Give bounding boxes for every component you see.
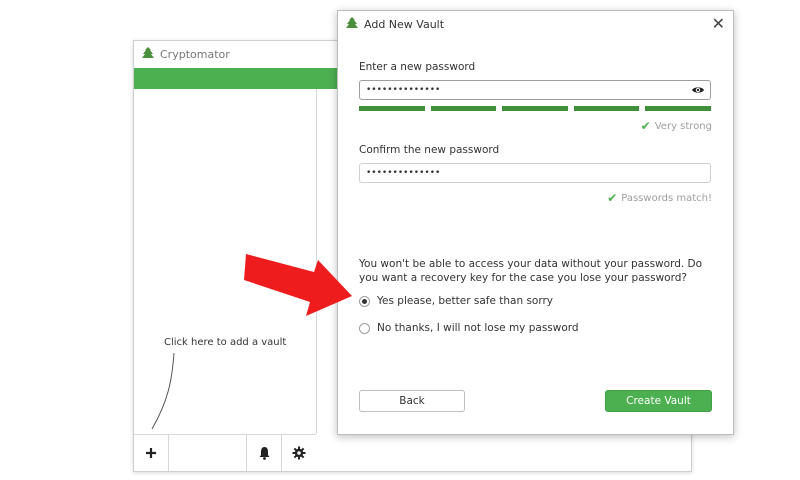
radio-unselected[interactable] — [359, 322, 370, 334]
strength-status: ✔ Very strong — [641, 119, 712, 133]
checkmark-icon: ✔ — [640, 119, 651, 133]
gear-icon — [292, 446, 306, 460]
bottom-toolbar — [134, 434, 316, 471]
red-arrow-annotation — [244, 254, 352, 316]
checkmark-icon: ✔ — [607, 191, 618, 205]
dialog-title: Add New Vault — [364, 17, 445, 31]
toolbar-spacer — [169, 435, 247, 471]
password-label: Enter a new password — [359, 61, 476, 73]
recovery-option-yes[interactable]: Yes please, better safe than sorry — [359, 295, 553, 307]
strength-segment — [359, 106, 425, 111]
recovery-option-no[interactable]: No thanks, I will not lose my password — [359, 322, 579, 334]
confirm-label: Confirm the new password — [359, 144, 500, 156]
confirm-password-field[interactable]: •••••••••••••• — [359, 163, 711, 183]
match-status: ✔ Passwords match! — [607, 191, 712, 205]
bell-icon — [259, 447, 269, 460]
recovery-option-yes-label: Yes please, better safe than sorry — [377, 295, 553, 307]
match-text: Passwords match! — [621, 192, 712, 204]
recovery-question: You won't be able to access your data wi… — [359, 258, 703, 284]
create-vault-button[interactable]: Create Vault — [605, 390, 712, 412]
strength-segment — [502, 106, 568, 111]
password-field[interactable]: •••••••••••••• — [359, 80, 711, 100]
strength-segment — [573, 106, 640, 111]
strength-text: Very strong — [654, 120, 712, 132]
settings-button[interactable] — [282, 435, 316, 471]
cryptomator-logo-icon — [346, 16, 358, 32]
back-button[interactable]: Back — [359, 390, 465, 412]
cryptomator-logo-icon — [142, 46, 154, 62]
main-window-title: Cryptomator — [160, 47, 230, 61]
hint-pointer-line — [151, 352, 175, 430]
plus-icon — [146, 448, 156, 458]
add-vault-dialog: Add New Vault ✕ Enter a new password •••… — [337, 10, 734, 435]
strength-segment — [645, 106, 711, 111]
strength-segment — [430, 106, 497, 111]
add-vault-hint: Click here to add a vault — [164, 337, 287, 348]
add-vault-button[interactable] — [134, 435, 169, 471]
radio-selected[interactable] — [359, 295, 370, 307]
confirm-value: •••••••••••••• — [366, 168, 441, 178]
notifications-button[interactable] — [247, 435, 282, 471]
dialog-titlebar: Add New Vault ✕ — [338, 11, 733, 37]
eye-icon[interactable] — [691, 83, 705, 100]
password-value: •••••••••••••• — [366, 85, 441, 95]
close-icon[interactable]: ✕ — [712, 14, 725, 33]
password-strength-meter — [359, 106, 711, 111]
recovery-option-no-label: No thanks, I will not lose my password — [377, 322, 579, 334]
